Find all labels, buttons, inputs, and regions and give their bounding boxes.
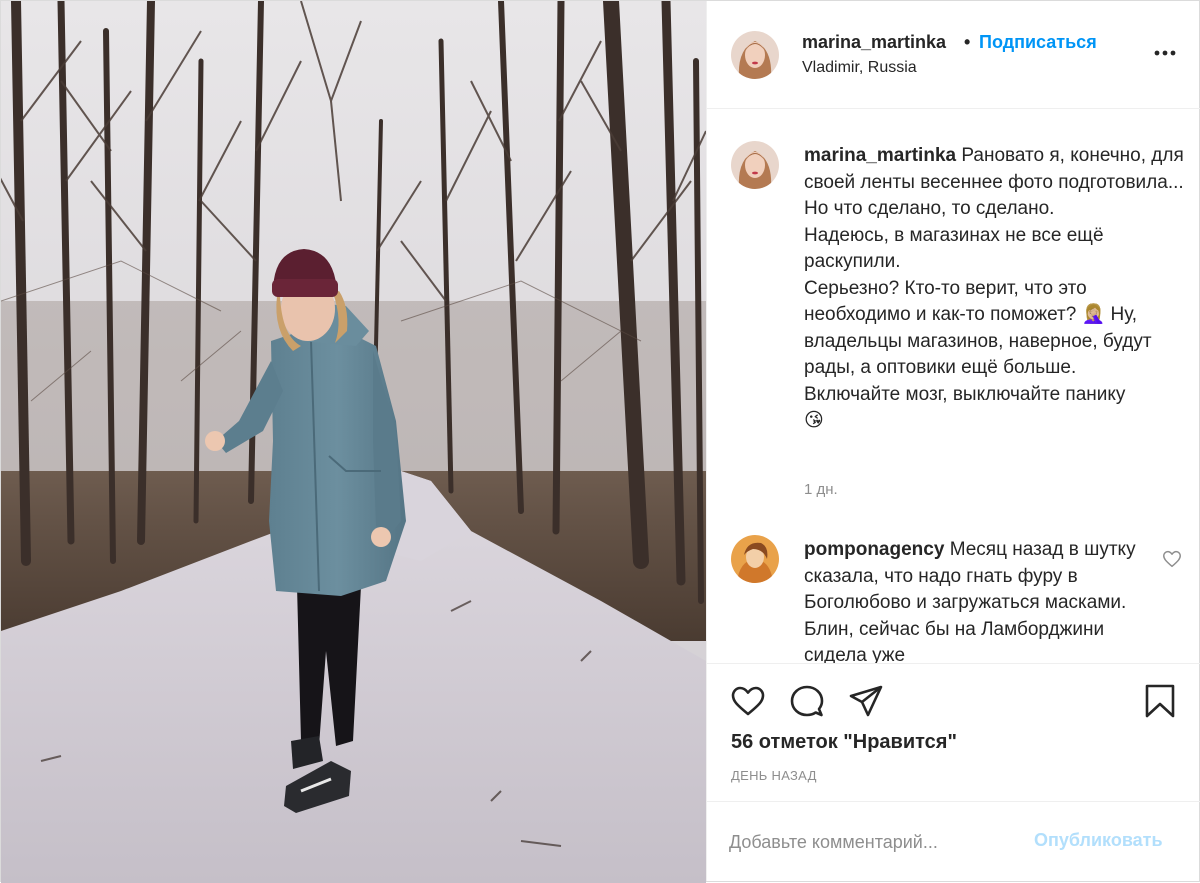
post-sidebar: marina_martinka • Подписаться Vladimir, … [706, 1, 1200, 881]
comment-heart-icon[interactable] [1161, 548, 1183, 570]
caption-text: Рановато я, конечно, для своей ленты вес… [804, 145, 1184, 431]
caption-username[interactable]: marina_martinka [804, 145, 956, 166]
caption-author-avatar[interactable] [731, 141, 779, 189]
comment-author-avatar[interactable] [731, 535, 779, 583]
follow-button[interactable]: Подписаться [979, 32, 1097, 53]
avatar-image [731, 31, 779, 79]
paper-plane-icon[interactable] [847, 682, 885, 720]
post-photo[interactable] [1, 1, 706, 883]
bookmark-icon[interactable] [1141, 682, 1179, 720]
instagram-post: marina_martinka • Подписаться Vladimir, … [0, 0, 1200, 883]
heart-icon[interactable] [729, 682, 767, 720]
avatar-image [731, 141, 779, 189]
caption-time[interactable]: 1 дн. [804, 481, 838, 498]
post-date[interactable]: ДЕНЬ НАЗАД [731, 768, 817, 783]
avatar-image [731, 535, 779, 583]
comment-username[interactable]: pomponagency [804, 539, 944, 560]
post-header: marina_martinka • Подписаться Vladimir, … [707, 1, 1200, 109]
comments-list[interactable]: marina_martinka Рановато я, конечно, для… [707, 110, 1200, 663]
comment: pomponagency Месяц назад в шутку сказала… [804, 537, 1144, 663]
publish-button[interactable]: Опубликовать [1034, 830, 1163, 851]
comment-input[interactable] [729, 826, 1019, 858]
author-username[interactable]: marina_martinka [802, 32, 946, 53]
comment-icon[interactable] [788, 682, 826, 720]
post-location[interactable]: Vladimir, Russia [802, 59, 917, 77]
more-horizontal-icon[interactable] [1150, 41, 1180, 65]
caption: marina_martinka Рановато я, конечно, для… [804, 143, 1184, 435]
post-photo-image [1, 1, 706, 883]
add-comment-bar: Опубликовать [707, 801, 1200, 881]
likes-count[interactable]: 56 отметок "Нравится" [731, 731, 957, 754]
post-actions: 56 отметок "Нравится" ДЕНЬ НАЗАД [707, 663, 1200, 801]
author-avatar[interactable] [731, 31, 779, 79]
header-separator: • [964, 32, 971, 52]
